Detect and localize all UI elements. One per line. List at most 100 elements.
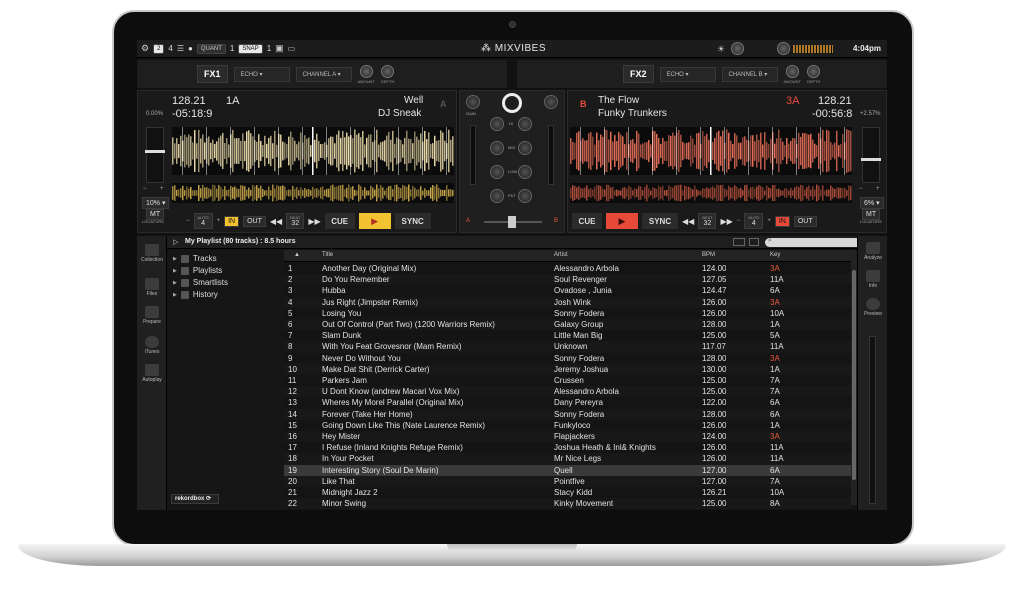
filt-a-knob[interactable] (490, 189, 504, 203)
table-row[interactable]: 12 U Dont Know (andrew Macari Vox Mix) Ale… (284, 386, 851, 398)
deck-a-locators[interactable]: LOCATORS (142, 219, 164, 224)
fx2-channel-select[interactable]: CHANNEL B ▾ (721, 66, 778, 82)
table-row[interactable]: 1 Another Day (Original Mix) Alessandro Ar… (284, 263, 851, 274)
table-row[interactable]: 19 Interesting Story (Soul De Marin) Quell… (284, 464, 851, 476)
master-knob[interactable] (731, 42, 744, 55)
mid-a-knob[interactable] (490, 141, 504, 155)
deck-b-forward-icon[interactable]: ▶▶ (720, 217, 732, 226)
monitor-icon[interactable]: ▭ (288, 44, 296, 53)
deck-a-cue-button[interactable]: CUE (324, 213, 355, 229)
fx1-channel-select[interactable]: CHANNEL A ▾ (295, 66, 352, 82)
deck-b-beat[interactable]: BEAT 32 (698, 213, 717, 229)
table-row[interactable]: 14 Forever (Take Her Home) Sonny Fodera 128… (284, 408, 851, 420)
deck-b-loop-out[interactable]: OUT (793, 215, 817, 227)
deck-a-auto-plus[interactable]: + (217, 218, 221, 224)
col-key[interactable]: Key (770, 252, 780, 258)
table-row[interactable]: 17 I Refuse (Inland Knights Refuge Remix)… (284, 442, 851, 453)
deck-b-play-button[interactable]: ▶ (606, 213, 638, 229)
deck-b-overview[interactable] (570, 183, 852, 203)
table-row[interactable]: 9 Never Do Without You Sonny Fodera 128.00 3… (284, 353, 851, 364)
rekordbox-button[interactable]: rekordbox ⟳ (171, 494, 219, 504)
sort-icon[interactable]: ▲ (294, 252, 300, 258)
fx1-amount-knob[interactable]: AMOUNT (358, 64, 375, 84)
layout-2-button[interactable]: 2 (153, 43, 165, 54)
fx2-amount-knob[interactable]: AMOUNT (784, 64, 801, 84)
deck-a-auto-minus[interactable]: − (186, 218, 190, 224)
table-row[interactable]: 15 Going Down Like This (Nate Laurence Re… (284, 420, 851, 431)
deck-b-plus[interactable]: + (876, 186, 880, 192)
table-row[interactable]: 6 Out Of Control (Part Two) (1200 Warrior… (284, 319, 851, 331)
quant-button[interactable]: QUANT (196, 43, 226, 54)
table-row[interactable]: 18 In Your Pocket Mr Nice Legs 126.00 11A (284, 453, 851, 465)
analyze-button[interactable]: Analyze (860, 242, 886, 261)
deck-a-play-button[interactable]: ▶ (358, 213, 391, 229)
table-row[interactable]: 20 Like That Pointfive 127.00 7A (284, 475, 851, 487)
filt-b-knob[interactable] (518, 189, 532, 203)
view-list-icon[interactable] (733, 238, 745, 246)
fx1-depth-knob[interactable]: DEPTH (381, 64, 394, 84)
table-row[interactable]: 22 Minor Swing Kinky Movement 125.00 8A (284, 498, 851, 510)
deck-a-pitch-fader[interactable] (145, 127, 165, 183)
tree-item-history[interactable]: ▶ History (173, 290, 218, 299)
deck-b-locators[interactable]: LOCATORS (860, 219, 882, 224)
channel-b-fader[interactable] (548, 125, 554, 185)
layout-4-button[interactable]: 4 (168, 44, 172, 53)
table-row[interactable]: 16 Hey Mister Flapjackers 124.00 3A (284, 431, 851, 443)
hi-a-knob[interactable] (490, 117, 504, 131)
deck-a-minus[interactable]: − (143, 186, 147, 192)
table-row[interactable]: 2 Do You Remember Soul Revenger 127.05 11A (284, 274, 851, 286)
tree-item-playlists[interactable]: ▶ Playlists (173, 266, 222, 275)
fx2-label[interactable]: FX2 (623, 65, 654, 83)
col-bpm[interactable]: BPM (702, 252, 715, 258)
deck-b-back-icon[interactable]: ◀◀ (682, 217, 694, 226)
deck-b-loop-in[interactable]: IN (774, 215, 790, 227)
low-a-knob[interactable] (490, 165, 504, 179)
deck-b-range[interactable]: 6% ▾ (860, 197, 884, 209)
autoplay-button[interactable]: Autoplay (139, 364, 165, 383)
table-row[interactable]: 8 With You Feat Grovesnor (Mam Remix) Unkn… (284, 341, 851, 353)
deck-a-auto[interactable]: AUTO 4 (193, 213, 213, 229)
table-row[interactable]: 11 Parkers Jam Crussen 125.00 7A (284, 375, 851, 386)
col-artist[interactable]: Artist (554, 252, 568, 258)
crossfader[interactable] (484, 216, 542, 228)
table-row[interactable]: 21 Midnight Jazz 2 Stacy Kidd 126.21 10A (284, 487, 851, 498)
deck-b-pitch-fader[interactable] (861, 127, 881, 183)
deck-a-waveform[interactable] (172, 127, 454, 175)
deck-a-beat[interactable]: BEAT 32 (286, 213, 305, 229)
col-title[interactable]: Title (322, 252, 333, 258)
table-row[interactable]: 13 Wheres My Morel Parallel (Original Mix… (284, 397, 851, 408)
deck-a-forward-icon[interactable]: ▶▶ (308, 217, 320, 226)
channel-a-fader[interactable] (470, 125, 476, 185)
tree-item-smartlists[interactable]: ▶ Smartlists (173, 278, 228, 287)
preview-button[interactable]: Preview (860, 298, 886, 317)
fx1-effect-select[interactable]: ECHO ▾ (233, 66, 290, 82)
deck-a-range[interactable]: 10% ▾ (142, 197, 170, 209)
panel-icon[interactable]: ▣ (275, 43, 284, 54)
hi-b-knob[interactable] (518, 117, 532, 131)
settings-icon[interactable]: ⚙ (141, 43, 149, 54)
itunes-button[interactable]: iTunes (139, 336, 165, 355)
deck-b-minus[interactable]: − (859, 186, 863, 192)
fx2-depth-knob[interactable]: DEPTH (807, 64, 820, 84)
deck-a-loop-in[interactable]: IN (224, 215, 240, 227)
table-row[interactable]: 5 Losing You Sonny Fodera 126.00 10A (284, 308, 851, 319)
deck-b-auto-minus[interactable]: − (737, 218, 741, 224)
gain-b-knob[interactable] (544, 95, 558, 109)
view-grid-icon[interactable] (749, 238, 759, 246)
list-icon[interactable]: ☰ (177, 44, 184, 53)
deck-a-back-icon[interactable]: ◀◀ (270, 217, 282, 226)
record-icon[interactable]: ● (188, 44, 193, 53)
table-row[interactable]: 7 Slam Dunk Little Man Big 125.00 5A (284, 330, 851, 341)
fx2-effect-select[interactable]: ECHO ▾ (659, 66, 716, 82)
deck-b-sync-button[interactable]: SYNC (642, 213, 678, 229)
prepare-button[interactable]: Prepare (139, 306, 165, 325)
info-button[interactable]: Info (860, 270, 886, 289)
tree-item-tracks[interactable]: ▶ Tracks (173, 254, 217, 263)
files-button[interactable]: Files (139, 278, 165, 297)
mid-b-knob[interactable] (518, 141, 532, 155)
collection-button[interactable]: Collection (139, 244, 165, 263)
table-row[interactable]: 3 Hubba Ovadose , Junia 124.47 6A (284, 285, 851, 296)
scroll-thumb[interactable] (852, 270, 856, 480)
brightness-icon[interactable]: ☀ (717, 44, 725, 55)
deck-a-plus[interactable]: + (160, 186, 164, 192)
